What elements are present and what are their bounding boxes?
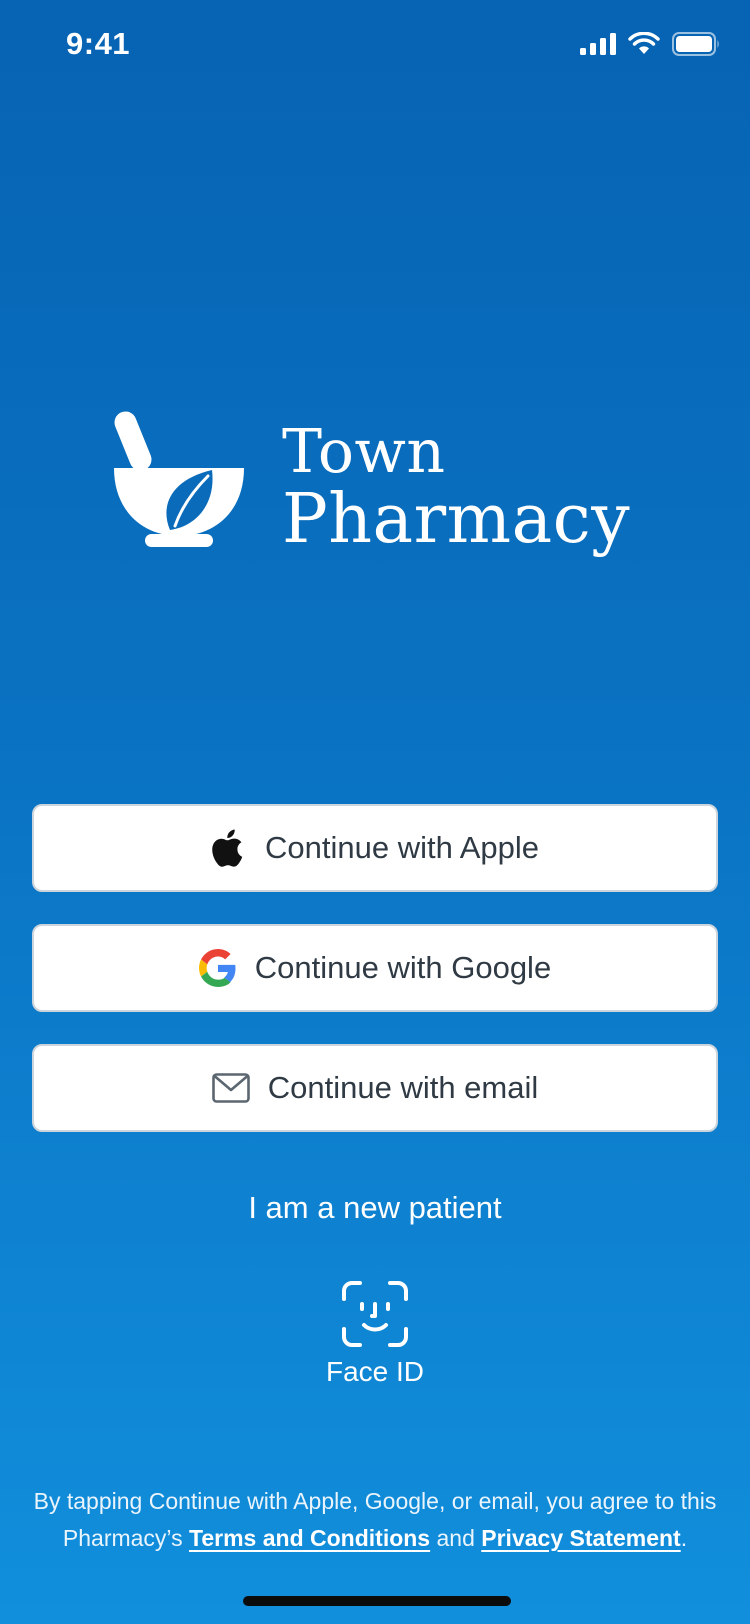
town-pharmacy-logo: Town Pharmacy (112, 400, 652, 570)
legal-suffix: . (680, 1525, 688, 1551)
battery-icon (672, 32, 719, 56)
login-screen: 9:41 Town Pharmacy Continue with Apple C… (0, 0, 750, 1624)
continue-with-google-button[interactable]: Continue with Google (32, 924, 718, 1012)
mail-icon (211, 1073, 250, 1103)
google-icon (198, 949, 237, 987)
face-id-label: Face ID (325, 1356, 425, 1387)
continue-with-email-button[interactable]: Continue with email (32, 1044, 718, 1132)
email-button-label: Continue with email (267, 1070, 539, 1105)
legal-disclaimer: By tapping Continue with Apple, Google, … (30, 1483, 720, 1557)
cellular-signal-icon (580, 33, 616, 55)
google-button-label: Continue with Google (254, 950, 552, 985)
status-bar: 9:41 (0, 0, 750, 94)
home-indicator[interactable] (243, 1596, 511, 1606)
face-id-icon (342, 1281, 408, 1347)
logo-line-pharmacy: Pharmacy (282, 480, 631, 559)
privacy-statement-link[interactable]: Privacy Statement (481, 1525, 680, 1551)
wifi-icon (628, 32, 660, 54)
apple-button-label: Continue with Apple (264, 830, 540, 865)
face-id-button[interactable]: Face ID (315, 1280, 435, 1390)
new-patient-link[interactable]: I am a new patient (0, 1190, 750, 1226)
status-icons (580, 32, 720, 56)
terms-and-conditions-link[interactable]: Terms and Conditions (189, 1525, 430, 1551)
apple-icon (211, 828, 247, 868)
logo-wordmark: Town Pharmacy (282, 400, 630, 554)
continue-with-apple-button[interactable]: Continue with Apple (32, 804, 718, 892)
legal-conjunction: and (436, 1525, 475, 1551)
mortar-pestle-leaf-icon (114, 411, 244, 547)
status-time: 9:41 (66, 26, 131, 61)
logo-line-town: Town (282, 417, 446, 487)
